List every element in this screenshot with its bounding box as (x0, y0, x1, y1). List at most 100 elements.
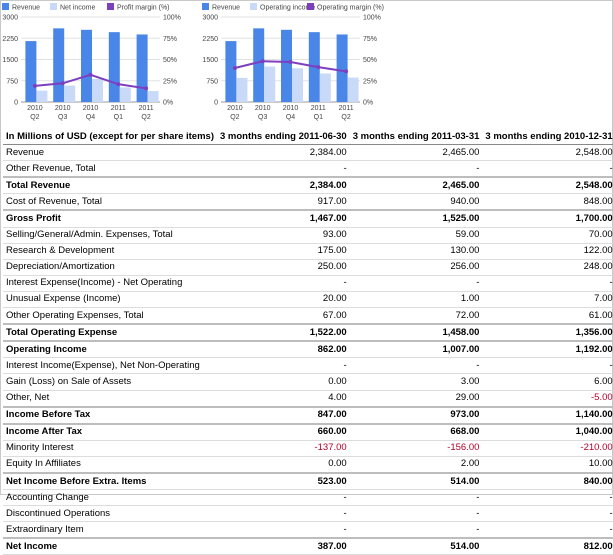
legend-swatch (250, 3, 257, 10)
y-tick-left: 3000 (202, 15, 218, 22)
row-label: Income After Tax (6, 426, 83, 438)
y-tick-left: 0 (214, 100, 218, 107)
table-row: Extraordinary Item - - - (3, 522, 613, 539)
row-label: Interest Expense(Income) - Net Operating (6, 277, 183, 289)
bar-operating-income (319, 73, 331, 102)
x-tick-year: 2010 (283, 105, 299, 112)
row-value: 175.00 (317, 245, 347, 257)
margin-point (144, 86, 149, 91)
margin-point (288, 60, 293, 65)
table-row: Accounting Change - - - (3, 490, 613, 506)
y-tick-right: 75% (363, 36, 377, 43)
row-label: Extraordinary Item (6, 523, 84, 535)
table-row: Other, Net 4.00 29.00 -5.00 (3, 390, 613, 407)
row-value: 1,458.00 (442, 326, 480, 338)
row-label: Operating Income (6, 343, 87, 355)
table-row: Minority Interest -137.00 -156.00 -210.00 (3, 440, 613, 457)
header-period-2: 3 months ending 2011-03-31 (352, 130, 480, 142)
row-label: Net Income Before Extra. Items (6, 475, 147, 487)
row-value: 61.00 (588, 309, 613, 321)
y-tick-right: 0% (163, 100, 173, 107)
row-label: Discontinued Operations (6, 507, 111, 519)
y-tick-right: 25% (163, 78, 177, 85)
row-value: 2.00 (460, 458, 480, 470)
y-tick-right: 100% (163, 15, 181, 22)
y-tick-right: 100% (363, 15, 381, 22)
row-label: Other Revenue, Total (6, 162, 96, 174)
y-tick-right: 50% (163, 57, 177, 64)
row-label: Accounting Change (6, 491, 89, 503)
x-tick-quarter: Q3 (258, 114, 267, 121)
table-row: Net Income Before Extra. Items 523.00 514.… (3, 472, 613, 490)
row-value: 256.00 (450, 261, 480, 273)
header-period-3: 3 months ending 2010-12-31 (485, 130, 613, 142)
table-row: Selling/General/Admin. Expenses, Total 93… (3, 227, 613, 244)
margin-point (32, 83, 37, 88)
row-label: Net Income (6, 540, 58, 552)
bar-revenue (53, 28, 65, 102)
bar-net-income (119, 87, 131, 102)
row-label: Revenue (6, 146, 45, 158)
bar-revenue (336, 34, 348, 102)
row-value: 917.00 (317, 195, 347, 207)
row-value: 847.00 (317, 409, 347, 421)
row-value: 93.00 (322, 229, 347, 241)
row-value: - (343, 277, 347, 289)
row-value: 514.00 (450, 475, 480, 487)
row-value: 4.00 (328, 392, 347, 404)
row-value: 1.00 (460, 293, 480, 305)
legend-label: Revenue (212, 5, 240, 12)
row-label: Interest Income(Expense), Net Non-Operat… (6, 359, 200, 371)
header-label: In Millions of USD (except for per share… (6, 130, 214, 142)
bar-revenue (108, 32, 120, 102)
row-value: - (609, 523, 613, 535)
row-value: 122.00 (583, 245, 613, 257)
margin-point (116, 82, 121, 87)
table-row: Other Operating Expenses, Total 67.00 72.0… (3, 308, 613, 325)
x-tick-year: 2010 (227, 105, 243, 112)
x-tick-quarter: Q2 (141, 114, 150, 121)
x-tick-quarter: Q2 (230, 114, 239, 121)
bar-operating-income (236, 77, 248, 102)
row-value: -137.00 (314, 442, 347, 454)
y-tick-left: 2250 (2, 36, 18, 43)
table-row: Gross Profit 1,467.00 1,525.00 1,700.00 (3, 210, 613, 228)
margin-point (60, 81, 65, 86)
row-value: - (343, 162, 347, 174)
x-tick-year: 2010 (255, 105, 271, 112)
row-value: 20.00 (322, 293, 347, 305)
table-row: Revenue 2,384.00 2,465.00 2,548.00 (3, 145, 613, 161)
row-value: -5.00 (591, 392, 613, 404)
bar-net-income (147, 91, 159, 102)
table-row: Depreciation/Amortization 250.00 256.00 248… (3, 259, 613, 276)
row-value: 2,465.00 (442, 179, 480, 191)
x-tick-quarter: Q1 (114, 114, 123, 121)
y-tick-left: 1500 (202, 57, 218, 64)
table-row: Net Income 387.00 514.00 812.00 (3, 538, 613, 555)
bar-net-income (36, 90, 48, 102)
table-row: Research & Development 175.00 130.00 122.00 (3, 243, 613, 260)
row-value: 1,467.00 (309, 213, 347, 225)
legend-swatch (50, 3, 57, 10)
row-value: 0.00 (328, 375, 347, 387)
row-label: Unusual Expense (Income) (6, 293, 121, 305)
row-label: Other Operating Expenses, Total (6, 309, 144, 321)
margin-point (232, 66, 237, 70)
table-row: Cost of Revenue, Total 917.00 940.00 848.00 (3, 194, 613, 211)
row-value: 668.00 (450, 426, 480, 438)
table-row: Total Revenue 2,384.00 2,465.00 2,548.00 (3, 177, 613, 194)
bar-revenue (253, 28, 265, 102)
table-row: Gain (Loss) on Sale of Assets 0.00 3.00 6.0… (3, 374, 613, 390)
row-value: 862.00 (317, 343, 347, 355)
margin-point (88, 72, 93, 77)
y-tick-left: 1500 (2, 57, 18, 64)
row-value: - (343, 491, 347, 503)
y-tick-right: 75% (163, 36, 177, 43)
bar-revenue (225, 41, 237, 102)
bar-operating-income (264, 66, 276, 102)
table-row: Total Operating Expense 1,522.00 1,458.00 1… (3, 324, 613, 342)
table-row: Interest Expense(Income) - Net Operating… (3, 275, 613, 292)
row-value: 67.00 (322, 309, 347, 321)
income-chart: Revenue Net income Profit margin (%) 0 0% 750… (2, 3, 181, 121)
x-tick-quarter: Q1 (314, 114, 323, 121)
